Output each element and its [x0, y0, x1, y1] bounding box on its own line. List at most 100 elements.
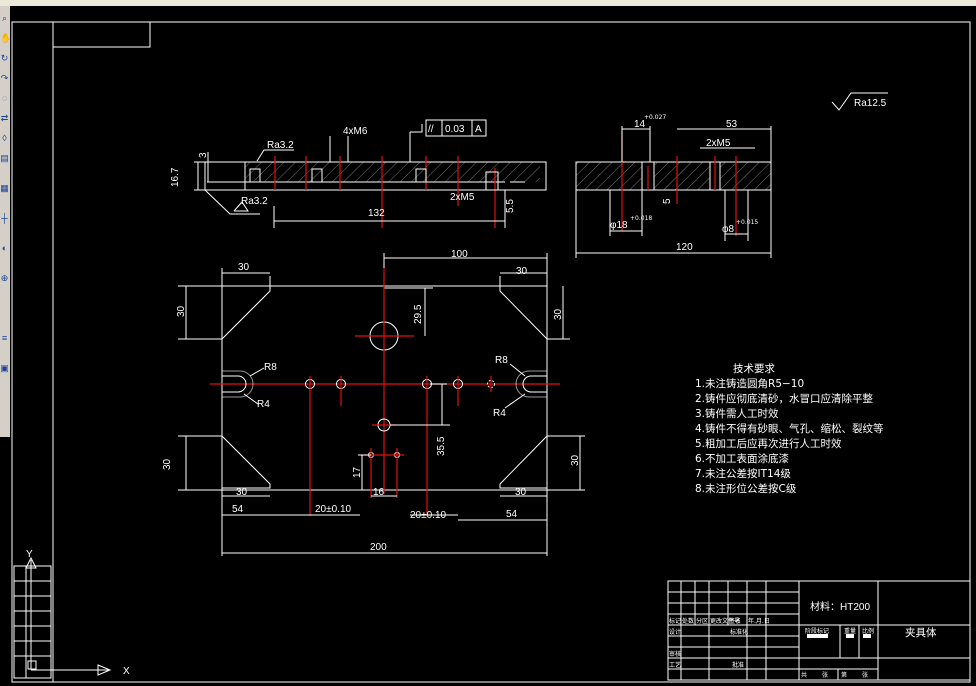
svg-text:+0.027: +0.027: [644, 114, 666, 121]
svg-text:R4: R4: [493, 408, 506, 419]
svg-text:3.铸件需人工时效: 3.铸件需人工时效: [695, 407, 779, 420]
svg-text:批准: 批准: [732, 661, 744, 669]
redo-icon[interactable]: ↷: [0, 72, 9, 84]
svg-text:30: 30: [236, 487, 248, 498]
svg-text:阶段标记: 阶段标记: [805, 627, 829, 635]
svg-text:17: 17: [352, 466, 363, 478]
svg-text:φ18: φ18: [610, 220, 628, 231]
svg-text:16: 16: [373, 487, 385, 498]
svg-text:132: 132: [368, 208, 385, 219]
sheet-border: [11, 21, 971, 683]
svg-text:共: 共: [801, 671, 807, 679]
svg-text:53: 53: [726, 119, 738, 130]
svg-text:2xM5: 2xM5: [706, 138, 731, 149]
svg-text:7.未注公差按IT14级: 7.未注公差按IT14级: [695, 467, 791, 480]
rotate-icon[interactable]: ↻: [0, 52, 9, 64]
svg-text:2.铸件应彻底清砂，水冒口应清除平整: 2.铸件应彻底清砂，水冒口应清除平整: [695, 392, 874, 405]
svg-text:30: 30: [162, 458, 173, 470]
svg-text:4.铸件不得有砂眼、气孔、缩松、裂纹等: 4.铸件不得有砂眼、气孔、缩松、裂纹等: [695, 422, 884, 435]
svg-text:R8: R8: [495, 355, 508, 366]
svg-text:+0.018: +0.018: [630, 215, 652, 222]
svg-text:30: 30: [553, 308, 564, 320]
svg-text:30: 30: [515, 487, 527, 498]
svg-text:1.未注铸造圆角R5−10: 1.未注铸造圆角R5−10: [695, 377, 804, 390]
svg-text:张: 张: [862, 671, 868, 679]
svg-text:8.未注形位公差按C级: 8.未注形位公差按C级: [695, 482, 797, 495]
svg-text:X: X: [123, 666, 130, 677]
svg-text:4xM6: 4xM6: [343, 126, 368, 137]
svg-text:材料：HT200: 材料：HT200: [810, 600, 870, 613]
svg-text:Y: Y: [26, 549, 33, 560]
svg-text:A: A: [475, 124, 482, 135]
ucs-icon: X Y: [25, 549, 130, 677]
svg-text:技术要求: 技术要求: [733, 362, 775, 375]
svg-text:20±0.10: 20±0.10: [315, 504, 352, 515]
svg-text:5.5: 5.5: [505, 199, 516, 213]
pan-icon[interactable]: ✋: [0, 32, 11, 44]
svg-text:重量: 重量: [844, 627, 856, 635]
top-view: 30 30 100 30 30 29.5 R8 R4 R8 R4 35.5 17…: [162, 249, 585, 556]
svg-text:100: 100: [451, 249, 468, 260]
svg-text:φ8: φ8: [722, 224, 734, 235]
layer-icon[interactable]: ≡: [0, 332, 9, 344]
svg-text:20±0.10: 20±0.10: [410, 510, 447, 521]
svg-text:年.月.日: 年.月.日: [748, 617, 770, 625]
svg-text:签名: 签名: [729, 617, 741, 625]
svg-text:54: 54: [232, 504, 244, 515]
roughness-symbol-top: Ra12.5: [831, 92, 888, 111]
svg-text:5: 5: [662, 198, 673, 204]
svg-text:+0.015: +0.015: [736, 219, 758, 226]
svg-text:35.5: 35.5: [436, 436, 447, 456]
svg-text:16.7: 16.7: [170, 167, 181, 187]
svg-text:处数: 处数: [682, 617, 694, 625]
svg-text:Ra12.5: Ra12.5: [854, 98, 887, 109]
title-block: 材料：HT200 夹具体 标记 处数 分区 更改文件号 签名 年.月.日 设计 …: [667, 580, 971, 681]
svg-text:标记: 标记: [669, 617, 681, 625]
drawing-frame: [52, 21, 971, 683]
svg-text:Ra3.2: Ra3.2: [267, 140, 294, 151]
svg-text:第: 第: [841, 671, 847, 679]
svg-text:2xM5: 2xM5: [450, 192, 475, 203]
grid-icon[interactable]: ▦: [0, 182, 9, 194]
drawing-svg: X Y Ra12.5 16.7 3 Ra3.2 Ra3.2 4xM6 // 0.…: [11, 21, 971, 683]
svg-text:Ra3.2: Ra3.2: [241, 196, 268, 207]
side-view: 16.7 3 Ra3.2 Ra3.2 4xM6 // 0.03 A 2xM5 1…: [170, 119, 547, 228]
svg-text:3: 3: [198, 152, 209, 158]
ortho-icon[interactable]: ┼: [0, 212, 9, 224]
snap-icon[interactable]: ◌: [0, 92, 9, 104]
svg-text:30: 30: [238, 262, 250, 273]
svg-text:30: 30: [570, 454, 581, 466]
print-icon[interactable]: ▤: [0, 152, 9, 164]
drawing-canvas[interactable]: X Y Ra12.5 16.7 3 Ra3.2 Ra3.2 4xM6 // 0.…: [10, 6, 976, 686]
match-icon[interactable]: ⇄: [0, 112, 9, 124]
left-dark-panel: [0, 437, 10, 686]
svg-text:标准化: 标准化: [730, 628, 748, 636]
svg-text:比例: 比例: [862, 627, 874, 635]
svg-text:审核: 审核: [669, 650, 681, 658]
svg-text:200: 200: [370, 542, 387, 553]
svg-text:29.5: 29.5: [413, 304, 424, 324]
svg-text:30: 30: [176, 305, 187, 317]
svg-text:30: 30: [516, 266, 528, 277]
properties-icon[interactable]: ▣: [0, 362, 9, 374]
svg-text:R8: R8: [264, 362, 277, 373]
svg-text:5.粗加工后应再次进行人工时效: 5.粗加工后应再次进行人工时效: [695, 437, 842, 450]
technical-requirements: 技术要求 1.未注铸造圆角R5−10 2.铸件应彻底清砂，水冒口应清除平整 3.…: [695, 362, 884, 495]
osnap-icon[interactable]: ⊕: [0, 272, 9, 284]
svg-text:设计: 设计: [669, 628, 681, 636]
zoom-icon[interactable]: ⌕: [0, 12, 9, 24]
svg-text:R4: R4: [257, 399, 270, 410]
svg-text:54: 54: [506, 509, 518, 520]
section-view: 14 +0.027 53 2xM5 5 φ18 +0.018 φ8 +0.015…: [575, 114, 772, 258]
svg-text:分区: 分区: [696, 617, 708, 625]
svg-text:6.不加工表面涂底漆: 6.不加工表面涂底漆: [695, 452, 790, 465]
svg-text:张: 张: [822, 671, 828, 679]
svg-text:工艺: 工艺: [669, 661, 681, 669]
code-box: [52, 21, 151, 48]
svg-text:夹具体: 夹具体: [905, 626, 937, 639]
svg-text:0.03: 0.03: [445, 124, 465, 135]
svg-text:120: 120: [676, 242, 693, 253]
select-icon[interactable]: ◊: [0, 132, 9, 144]
svg-text://: //: [428, 124, 434, 135]
polar-icon[interactable]: ◐: [0, 242, 9, 254]
